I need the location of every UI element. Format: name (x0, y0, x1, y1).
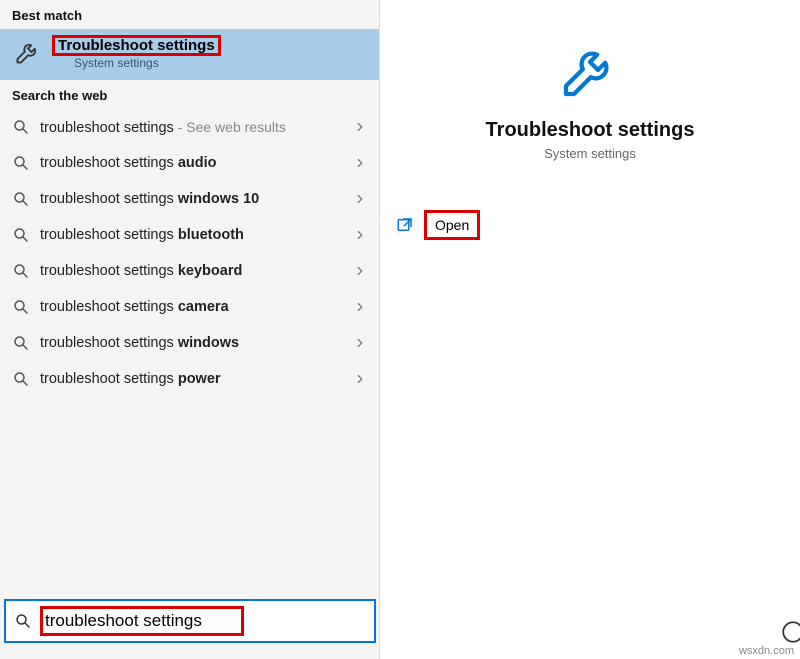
taskbar: W (780, 619, 800, 645)
wrench-large-icon (558, 38, 622, 105)
details-panel: Troubleshoot settings System settings Op… (380, 0, 800, 659)
open-label: Open (424, 210, 480, 240)
web-result-item[interactable]: troubleshoot settings audio (0, 145, 379, 181)
web-result-label: troubleshoot settings camera (40, 299, 343, 315)
chevron-right-icon[interactable] (353, 228, 367, 242)
chevron-right-icon[interactable] (353, 192, 367, 206)
web-result-label: troubleshoot settings audio (40, 155, 343, 171)
web-result-item[interactable]: troubleshoot settings power (0, 361, 379, 397)
search-icon (12, 334, 30, 352)
search-input-wrapper (40, 606, 244, 636)
chevron-right-icon[interactable] (353, 372, 367, 386)
web-results-list: troubleshoot settings - See web results t… (0, 109, 379, 659)
chevron-right-icon[interactable] (353, 156, 367, 170)
search-icon (12, 370, 30, 388)
search-input[interactable] (45, 611, 235, 631)
best-match-item[interactable]: Troubleshoot settings System settings (0, 29, 379, 80)
search-icon (12, 190, 30, 208)
search-icon (14, 612, 32, 630)
section-best-match-label: Best match (0, 0, 379, 29)
chevron-right-icon[interactable] (353, 336, 367, 350)
search-icon (12, 226, 30, 244)
watermark: wsxdn.com (739, 645, 794, 657)
wrench-icon (14, 38, 42, 69)
search-bar[interactable] (6, 601, 374, 641)
best-match-title: Troubleshoot settings (54, 37, 219, 54)
cortana-circle-icon[interactable] (780, 619, 800, 645)
search-icon (12, 298, 30, 316)
details-title: Troubleshoot settings (486, 119, 695, 142)
search-icon (12, 118, 30, 136)
search-icon (12, 154, 30, 172)
web-result-label: troubleshoot settings windows 10 (40, 191, 343, 207)
web-result-item[interactable]: troubleshoot settings bluetooth (0, 217, 379, 253)
search-results-panel: Best match Troubleshoot settings System … (0, 0, 380, 659)
details-subtitle: System settings (544, 146, 636, 161)
web-result-item[interactable]: troubleshoot settings windows 10 (0, 181, 379, 217)
web-result-label: troubleshoot settings - See web results (40, 119, 343, 136)
web-result-label: troubleshoot settings bluetooth (40, 227, 343, 243)
open-action[interactable]: Open (396, 210, 480, 240)
chevron-right-icon[interactable] (353, 264, 367, 278)
open-icon (396, 216, 414, 234)
web-result-item[interactable]: troubleshoot settings - See web results (0, 109, 379, 145)
best-match-subtitle: System settings (54, 56, 219, 70)
web-result-item[interactable]: troubleshoot settings windows (0, 325, 379, 361)
section-web-label: Search the web (0, 80, 379, 109)
web-result-label: troubleshoot settings windows (40, 335, 343, 351)
search-icon (12, 262, 30, 280)
web-result-label: troubleshoot settings keyboard (40, 263, 343, 279)
web-result-label: troubleshoot settings power (40, 371, 343, 387)
chevron-right-icon[interactable] (353, 120, 367, 134)
chevron-right-icon[interactable] (353, 300, 367, 314)
web-result-item[interactable]: troubleshoot settings camera (0, 289, 379, 325)
web-result-item[interactable]: troubleshoot settings keyboard (0, 253, 379, 289)
